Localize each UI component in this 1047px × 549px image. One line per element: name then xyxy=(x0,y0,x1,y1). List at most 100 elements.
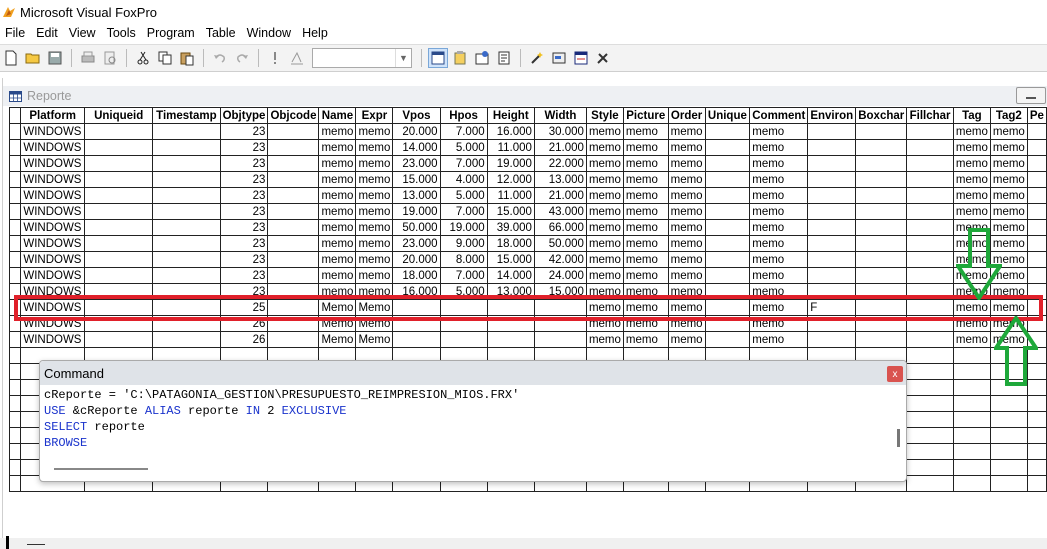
cell-uniqueid[interactable] xyxy=(84,315,154,332)
cell-picture[interactable]: memo xyxy=(622,219,669,236)
cell-objtype[interactable]: 25 xyxy=(219,299,269,316)
cell-vpos[interactable]: 19.000 xyxy=(392,203,441,220)
cell-platform[interactable]: WINDOWS xyxy=(20,251,86,268)
vertical-scrollbar[interactable] xyxy=(897,429,900,447)
cell-fillchar[interactable] xyxy=(906,139,954,156)
cell-pe[interactable] xyxy=(1026,187,1047,204)
cell-unique[interactable] xyxy=(704,251,751,268)
cell-style[interactable]: memo xyxy=(585,155,624,172)
cell-width[interactable]: 42.000 xyxy=(533,251,587,268)
column-header-unique[interactable]: Unique xyxy=(704,107,751,124)
cell-expr[interactable]: memo xyxy=(355,283,394,300)
cell-comment[interactable]: memo xyxy=(749,315,809,332)
cell-platform[interactable]: WINDOWS xyxy=(20,123,86,140)
cell-vpos[interactable]: 50.000 xyxy=(392,219,441,236)
cell-hpos[interactable]: 5.000 xyxy=(439,139,488,156)
redo-button[interactable] xyxy=(232,48,252,68)
column-header-timestamp[interactable]: Timestamp xyxy=(152,107,221,124)
cell-picture[interactable]: memo xyxy=(622,283,669,300)
cell-unique[interactable] xyxy=(704,283,751,300)
cell-tag[interactable]: memo xyxy=(952,171,991,188)
cell-expr[interactable]: Memo xyxy=(355,299,394,316)
cell-boxchar[interactable] xyxy=(855,187,908,204)
column-header-boxchar[interactable]: Boxchar xyxy=(855,107,908,124)
row-selector[interactable] xyxy=(8,155,22,172)
row-selector[interactable] xyxy=(8,267,22,284)
cell-style[interactable]: memo xyxy=(585,235,624,252)
cell-environ[interactable] xyxy=(807,267,857,284)
cell-unique[interactable] xyxy=(704,315,751,332)
cell-name[interactable]: memo xyxy=(318,267,357,284)
cell-hpos[interactable]: 5.000 xyxy=(439,187,488,204)
cell-platform[interactable]: WINDOWS xyxy=(20,315,86,332)
table-row[interactable]: WINDOWS 23 memo memo 50.000 19.000 39.000 66.00… xyxy=(8,219,1047,236)
command-editor[interactable]: cReporte = 'C:\PATAGONIA_GESTION\PRESUPU… xyxy=(43,387,891,463)
cell-height[interactable]: 11.000 xyxy=(486,187,535,204)
cell-hpos[interactable]: 4.000 xyxy=(439,171,488,188)
cell-environ[interactable] xyxy=(807,251,857,268)
row-selector[interactable] xyxy=(8,331,22,348)
row-selector[interactable] xyxy=(8,315,22,332)
cell-environ[interactable] xyxy=(807,171,857,188)
cell-objcode[interactable] xyxy=(267,155,320,172)
cell-environ[interactable] xyxy=(807,331,857,348)
cell-uniqueid[interactable] xyxy=(84,267,154,284)
cell-order[interactable]: memo xyxy=(667,299,706,316)
row-selector[interactable] xyxy=(8,171,22,188)
cell-name[interactable]: memo xyxy=(318,283,357,300)
cell-timestamp[interactable] xyxy=(152,139,221,156)
cell-environ[interactable] xyxy=(807,187,857,204)
cell-style[interactable]: memo xyxy=(585,171,624,188)
cell-uniqueid[interactable] xyxy=(84,251,154,268)
cell-expr[interactable]: memo xyxy=(355,171,394,188)
cell-hpos[interactable]: 7.000 xyxy=(439,155,488,172)
cell-boxchar[interactable] xyxy=(855,219,908,236)
cell-environ[interactable] xyxy=(807,315,857,332)
cell-fillchar[interactable] xyxy=(906,267,954,284)
cell-name[interactable]: memo xyxy=(318,251,357,268)
cell-name[interactable]: memo xyxy=(318,203,357,220)
column-header-pe[interactable]: Pe xyxy=(1026,107,1047,124)
cell-comment[interactable]: memo xyxy=(749,219,809,236)
cell-height[interactable]: 15.000 xyxy=(486,251,535,268)
cell-vpos[interactable]: 16.000 xyxy=(392,283,441,300)
cell-picture[interactable]: memo xyxy=(622,267,669,284)
cell-objcode[interactable] xyxy=(267,283,320,300)
cell-unique[interactable] xyxy=(704,171,751,188)
cell-objtype[interactable]: 23 xyxy=(219,187,269,204)
cell-order[interactable]: memo xyxy=(667,251,706,268)
cell-width[interactable]: 24.000 xyxy=(533,267,587,284)
cell-comment[interactable]: memo xyxy=(749,331,809,348)
cell-height[interactable] xyxy=(486,315,535,332)
cell-timestamp[interactable] xyxy=(152,299,221,316)
cell-picture[interactable]: memo xyxy=(622,331,669,348)
command-line[interactable]: SELECT reporte xyxy=(44,419,891,435)
cell-order[interactable]: memo xyxy=(667,123,706,140)
cell-fillchar[interactable] xyxy=(906,251,954,268)
cell-hpos[interactable]: 7.000 xyxy=(439,123,488,140)
column-header-objtype[interactable]: Objtype xyxy=(219,107,269,124)
cell-objcode[interactable] xyxy=(267,267,320,284)
command-line[interactable]: USE &cReporte ALIAS reporte IN 2 EXCLUSI… xyxy=(44,403,891,419)
cell-comment[interactable]: memo xyxy=(749,187,809,204)
cell-boxchar[interactable] xyxy=(855,139,908,156)
cell-unique[interactable] xyxy=(704,203,751,220)
column-header-platform[interactable]: Platform xyxy=(20,107,86,124)
cell-pe[interactable] xyxy=(1026,219,1047,236)
column-header-order[interactable]: Order xyxy=(667,107,706,124)
cell-timestamp[interactable] xyxy=(152,315,221,332)
cell-picture[interactable]: memo xyxy=(622,315,669,332)
cell-picture[interactable]: memo xyxy=(622,251,669,268)
cell-objcode[interactable] xyxy=(267,139,320,156)
cell-tag2[interactable]: memo xyxy=(989,123,1028,140)
cell-timestamp[interactable] xyxy=(152,235,221,252)
cell-objcode[interactable] xyxy=(267,251,320,268)
menu-item-help[interactable]: Help xyxy=(297,26,334,40)
cell-unique[interactable] xyxy=(704,219,751,236)
cell-hpos[interactable] xyxy=(439,299,488,316)
cell-objcode[interactable] xyxy=(267,123,320,140)
cell-comment[interactable]: memo xyxy=(749,251,809,268)
cell-pe[interactable] xyxy=(1026,251,1047,268)
cell-unique[interactable] xyxy=(704,267,751,284)
cell-tag[interactable]: memo xyxy=(952,155,991,172)
